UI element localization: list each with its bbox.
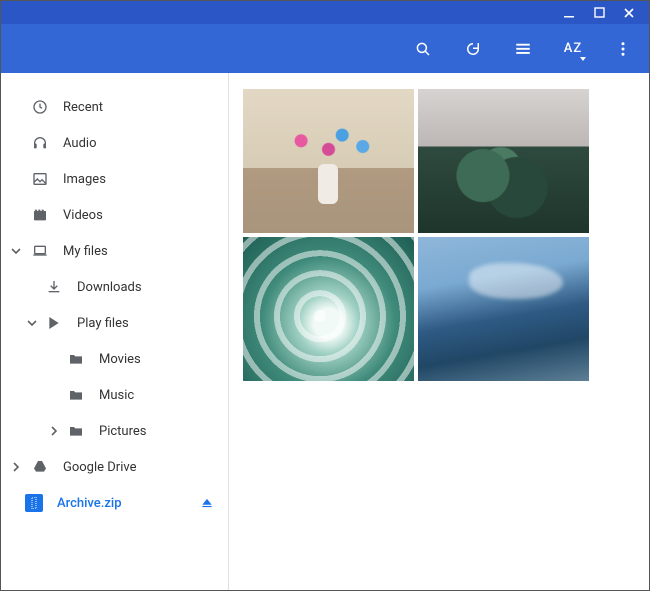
folder-icon bbox=[67, 422, 85, 440]
chevron-right-icon bbox=[47, 426, 61, 436]
window-titlebar bbox=[1, 1, 649, 24]
chevron-down-icon bbox=[25, 318, 39, 328]
image-thumbnail[interactable] bbox=[243, 89, 414, 233]
archive-icon bbox=[25, 494, 43, 512]
video-icon bbox=[31, 206, 49, 224]
sidebar-item-label: Videos bbox=[63, 208, 103, 223]
eject-button[interactable] bbox=[200, 496, 214, 510]
content-area bbox=[229, 73, 649, 590]
search-icon bbox=[414, 40, 432, 58]
sidebar-item-pictures[interactable]: Pictures bbox=[1, 413, 228, 449]
headphones-icon bbox=[31, 134, 49, 152]
sidebar-item-label: Recent bbox=[63, 100, 103, 115]
google-drive-icon bbox=[31, 458, 49, 476]
sidebar-item-videos[interactable]: Videos bbox=[1, 197, 228, 233]
refresh-icon bbox=[464, 40, 482, 58]
close-button[interactable] bbox=[615, 3, 643, 23]
play-store-icon bbox=[45, 314, 63, 332]
sidebar-item-label: Movies bbox=[99, 352, 141, 367]
minimize-icon bbox=[563, 7, 575, 19]
sidebar-item-label: Downloads bbox=[77, 280, 142, 295]
sidebar-item-play-files[interactable]: Play files bbox=[1, 305, 228, 341]
chevron-right-icon bbox=[9, 462, 23, 472]
sidebar-item-label: Pictures bbox=[99, 424, 146, 439]
app-toolbar: AZ bbox=[1, 24, 649, 73]
sidebar: Recent Audio Images Videos bbox=[1, 73, 229, 590]
view-toggle-button[interactable] bbox=[505, 31, 541, 67]
sidebar-item-label: Audio bbox=[63, 136, 96, 151]
image-thumbnail[interactable] bbox=[243, 237, 414, 381]
more-vert-icon bbox=[614, 40, 632, 58]
sidebar-item-downloads[interactable]: Downloads bbox=[1, 269, 228, 305]
sort-arrow-icon bbox=[580, 55, 586, 61]
sidebar-item-archive[interactable]: Archive.zip bbox=[1, 485, 228, 521]
sidebar-item-label: My files bbox=[63, 244, 108, 259]
maximize-button[interactable] bbox=[585, 3, 613, 23]
eject-icon bbox=[200, 496, 214, 510]
list-view-icon bbox=[514, 40, 532, 58]
minimize-button[interactable] bbox=[555, 3, 583, 23]
thumbnail-grid bbox=[243, 89, 649, 381]
sidebar-item-music[interactable]: Music bbox=[1, 377, 228, 413]
sort-button[interactable]: AZ bbox=[555, 31, 591, 67]
maximize-icon bbox=[594, 7, 605, 18]
chevron-down-icon bbox=[9, 246, 23, 256]
folder-icon bbox=[67, 350, 85, 368]
sidebar-item-movies[interactable]: Movies bbox=[1, 341, 228, 377]
sidebar-item-label: Music bbox=[99, 388, 134, 403]
image-thumbnail[interactable] bbox=[418, 237, 589, 381]
download-icon bbox=[45, 278, 63, 296]
sidebar-item-label: Archive.zip bbox=[57, 496, 122, 511]
search-button[interactable] bbox=[405, 31, 441, 67]
sidebar-item-google-drive[interactable]: Google Drive bbox=[1, 449, 228, 485]
folder-icon bbox=[67, 386, 85, 404]
sidebar-item-label: Google Drive bbox=[63, 460, 136, 475]
sidebar-item-my-files[interactable]: My files bbox=[1, 233, 228, 269]
sidebar-item-label: Images bbox=[63, 172, 106, 187]
image-thumbnail[interactable] bbox=[418, 89, 589, 233]
image-icon bbox=[31, 170, 49, 188]
sidebar-item-audio[interactable]: Audio bbox=[1, 125, 228, 161]
sidebar-item-recent[interactable]: Recent bbox=[1, 89, 228, 125]
refresh-button[interactable] bbox=[455, 31, 491, 67]
sidebar-item-label: Play files bbox=[77, 316, 129, 331]
sidebar-item-images[interactable]: Images bbox=[1, 161, 228, 197]
recent-icon bbox=[31, 98, 49, 116]
laptop-icon bbox=[31, 242, 49, 260]
close-icon bbox=[623, 7, 635, 19]
more-options-button[interactable] bbox=[605, 31, 641, 67]
